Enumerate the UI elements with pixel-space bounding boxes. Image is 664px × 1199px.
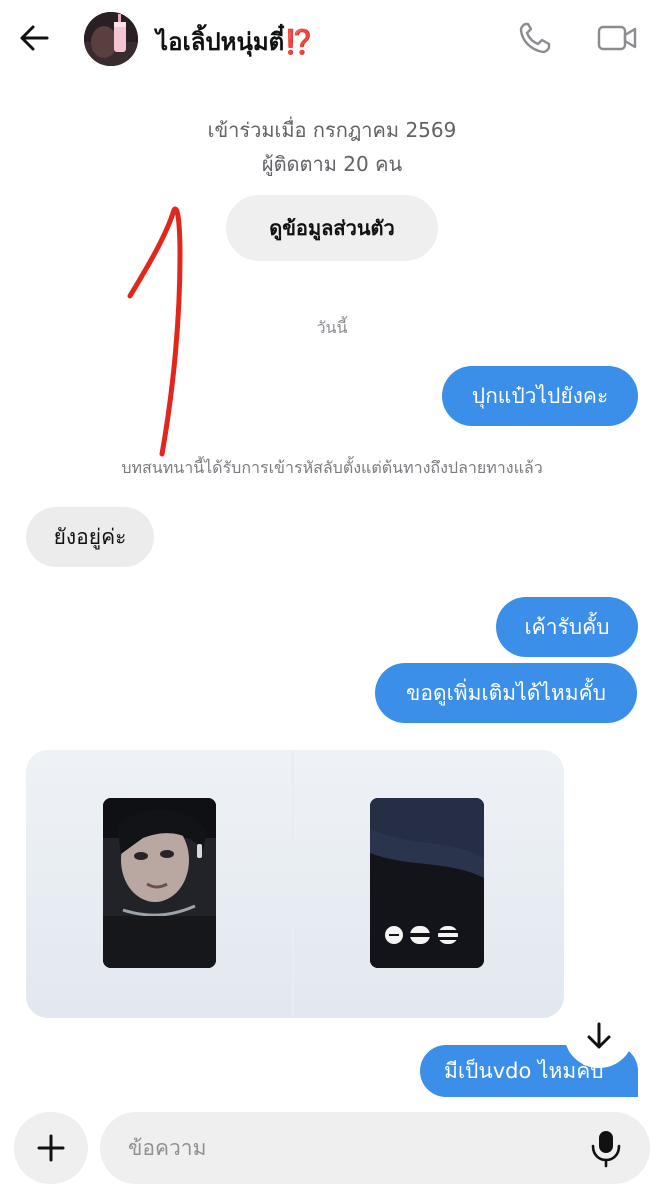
message-bubble-outgoing[interactable]: ปุกแป๋วไปยังคะ <box>442 366 638 426</box>
message-input[interactable] <box>128 1112 568 1184</box>
microphone-icon <box>591 1131 621 1168</box>
photocard-image <box>103 798 216 968</box>
add-attachment-button[interactable] <box>14 1112 88 1184</box>
name-emoji: ⁉️ <box>284 28 315 56</box>
video-call-button[interactable] <box>596 22 638 54</box>
voice-call-button[interactable] <box>516 20 556 56</box>
avatar[interactable] <box>84 12 138 66</box>
photo-card-front[interactable] <box>26 750 292 1018</box>
date-divider: วันนี้ <box>316 318 348 337</box>
chat-header: ไอเลิ้ปหนุ่มตี๋⁉️ <box>0 0 664 80</box>
photo-message <box>26 750 564 1018</box>
photocard-back-image <box>370 798 484 968</box>
video-camera-icon <box>597 25 637 51</box>
chat-screen: ไอเลิ้ปหนุ่มตี๋⁉️ เข้าร่วมเมื่อ กรกฎาคม … <box>0 0 664 1199</box>
plus-icon <box>37 1134 65 1162</box>
contact-name-text: ไอเลิ้ปหนุ่มตี๋ <box>156 28 285 56</box>
message-bubble-outgoing[interactable]: ขอดูเพิ่มเติมได้ไหมคั้บ <box>375 663 637 723</box>
contact-name[interactable]: ไอเลิ้ปหนุ่มตี๋⁉️ <box>156 22 314 61</box>
message-bubble-outgoing[interactable]: เค้ารับคั้บ <box>496 597 638 657</box>
encryption-notice: บทสนทนานี้ได้รับการเข้ารหัสลับตั้งแต่ต้น… <box>121 458 543 477</box>
follower-count: ผู้ติดตาม 20 คน <box>261 152 403 176</box>
message-field <box>100 1112 650 1184</box>
voice-message-button[interactable] <box>588 1128 624 1168</box>
phone-icon <box>519 22 551 54</box>
arrow-left-icon <box>20 25 49 51</box>
joined-date: เข้าร่วมเมื่อ กรกฎาคม 2569 <box>207 118 457 142</box>
message-bubble-incoming[interactable]: ยังอยู่ค่ะ <box>26 507 154 567</box>
photo-card-back[interactable] <box>294 750 564 1018</box>
view-profile-button[interactable]: ดูข้อมูลส่วนตัว <box>226 195 438 261</box>
back-button[interactable] <box>14 20 54 56</box>
avatar-image <box>84 12 138 66</box>
arrow-down-icon <box>587 1022 611 1049</box>
